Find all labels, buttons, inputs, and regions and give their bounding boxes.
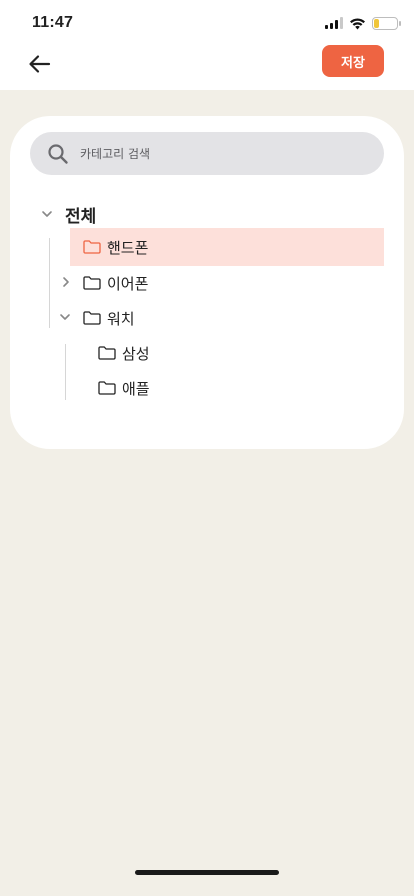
tree-root-label: 전체 [65,206,97,227]
chevron-down-icon [42,211,52,217]
wifi-icon [350,17,365,29]
chevron-right-icon[interactable] [59,275,73,289]
category-panel: 전체 핸드폰 이어폰 워치 삼성 [10,116,404,449]
folder-icon [83,276,101,290]
top-bar: 11:47 저장 [0,0,414,90]
save-button[interactable]: 저장 [322,45,384,77]
tree-item-earphone[interactable]: 이어폰 [83,264,283,302]
status-icons [325,16,401,30]
folder-icon [98,346,116,360]
cellular-signal-icon [325,17,343,29]
back-button[interactable] [26,50,54,78]
chevron-down-icon[interactable] [58,310,72,324]
tree-root-all[interactable]: 전체 [40,202,97,227]
search-bar[interactable] [30,132,384,175]
search-icon [48,144,68,164]
folder-icon [98,381,116,395]
folder-icon [83,240,101,254]
tree-item-label: 삼성 [122,344,150,363]
search-input[interactable] [80,132,370,175]
tree-item-label: 핸드폰 [107,238,149,257]
tree-item-label: 워치 [107,309,135,328]
status-time: 11:47 [32,14,74,31]
tree-guide-line [49,238,50,328]
folder-icon [83,311,101,325]
home-indicator[interactable] [135,870,279,875]
tree-item-handphone[interactable]: 핸드폰 [70,228,384,266]
tree-item-apple[interactable]: 애플 [98,369,298,407]
battery-icon [372,16,401,30]
tree-item-label: 애플 [122,379,150,398]
tree-item-samsung[interactable]: 삼성 [98,334,298,372]
tree-item-watch[interactable]: 워치 [83,299,283,337]
tree-item-label: 이어폰 [107,274,149,293]
tree-guide-line-child [65,344,66,400]
back-arrow-icon [29,55,51,73]
